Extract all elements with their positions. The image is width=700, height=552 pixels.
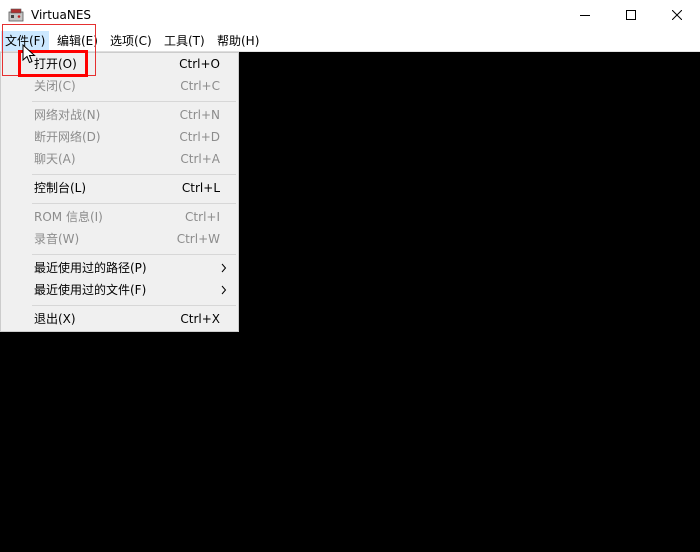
close-button[interactable] bbox=[654, 0, 700, 31]
menu-item-label: 网络对战(N) bbox=[34, 108, 101, 122]
menu-item-shortcut: Ctrl+C bbox=[180, 79, 220, 93]
menu-item-shortcut: Ctrl+W bbox=[176, 232, 220, 246]
close-icon bbox=[672, 10, 682, 20]
menu-item-close[interactable]: 关闭(C) Ctrl+C bbox=[3, 75, 236, 97]
mouse-cursor-icon bbox=[22, 44, 36, 64]
file-menu-dropdown: 打开(O) Ctrl+O 关闭(C) Ctrl+C 网络对战(N) Ctrl+N… bbox=[0, 52, 239, 332]
menu-item-shortcut: Ctrl+L bbox=[181, 181, 220, 195]
menu-item-shortcut: Ctrl+O bbox=[179, 57, 220, 71]
menu-item-label: 最近使用过的文件(F) bbox=[34, 283, 147, 297]
menu-separator bbox=[32, 254, 236, 255]
menu-tools[interactable]: 工具(T) bbox=[160, 31, 209, 51]
menu-separator bbox=[32, 101, 236, 102]
menu-item-label: ROM 信息(I) bbox=[34, 210, 103, 224]
menu-item-shortcut: Ctrl+N bbox=[179, 108, 220, 122]
title-bar: VirtuaNES bbox=[0, 0, 700, 31]
menu-item-label: 退出(X) bbox=[34, 312, 76, 326]
menu-bar: 文件(F) 编辑(E) 选项(C) 工具(T) 帮助(H) bbox=[0, 31, 700, 52]
menu-item-label: 关闭(C) bbox=[34, 79, 76, 93]
menu-separator bbox=[32, 203, 236, 204]
window-title: VirtuaNES bbox=[31, 8, 92, 22]
virtuanes-app-icon bbox=[8, 8, 24, 22]
menu-item-recent-files[interactable]: 最近使用过的文件(F) bbox=[3, 279, 236, 301]
maximize-icon bbox=[626, 10, 636, 20]
menu-item-disconnect[interactable]: 断开网络(D) Ctrl+D bbox=[3, 126, 236, 148]
menu-options[interactable]: 选项(C) bbox=[106, 31, 156, 51]
menu-item-label: 断开网络(D) bbox=[34, 130, 101, 144]
menu-item-shortcut: Ctrl+X bbox=[180, 312, 220, 326]
maximize-button[interactable] bbox=[608, 0, 654, 31]
menu-help[interactable]: 帮助(H) bbox=[213, 31, 263, 51]
menu-item-shortcut: Ctrl+D bbox=[179, 130, 220, 144]
minimize-icon bbox=[580, 15, 590, 16]
menu-item-rom-info[interactable]: ROM 信息(I) Ctrl+I bbox=[3, 206, 236, 228]
minimize-button[interactable] bbox=[562, 0, 608, 31]
menu-item-label: 聊天(A) bbox=[34, 152, 76, 166]
menu-item-netplay[interactable]: 网络对战(N) Ctrl+N bbox=[3, 104, 236, 126]
submenu-arrow-icon bbox=[221, 285, 227, 295]
menu-item-console[interactable]: 控制台(L) Ctrl+L bbox=[3, 177, 236, 199]
menu-item-exit[interactable]: 退出(X) Ctrl+X bbox=[3, 308, 236, 330]
menu-item-label: 录音(W) bbox=[34, 232, 80, 246]
menu-item-record-audio[interactable]: 录音(W) Ctrl+W bbox=[3, 228, 236, 250]
menu-item-chat[interactable]: 聊天(A) Ctrl+A bbox=[3, 148, 236, 170]
menu-item-recent-paths[interactable]: 最近使用过的路径(P) bbox=[3, 257, 236, 279]
menu-separator bbox=[32, 305, 236, 306]
menu-separator bbox=[32, 174, 236, 175]
menu-item-label: 控制台(L) bbox=[34, 181, 87, 195]
submenu-arrow-icon bbox=[221, 263, 227, 273]
menu-item-shortcut: Ctrl+I bbox=[185, 210, 220, 224]
menu-item-label: 最近使用过的路径(P) bbox=[34, 261, 147, 275]
menu-item-shortcut: Ctrl+A bbox=[180, 152, 220, 166]
